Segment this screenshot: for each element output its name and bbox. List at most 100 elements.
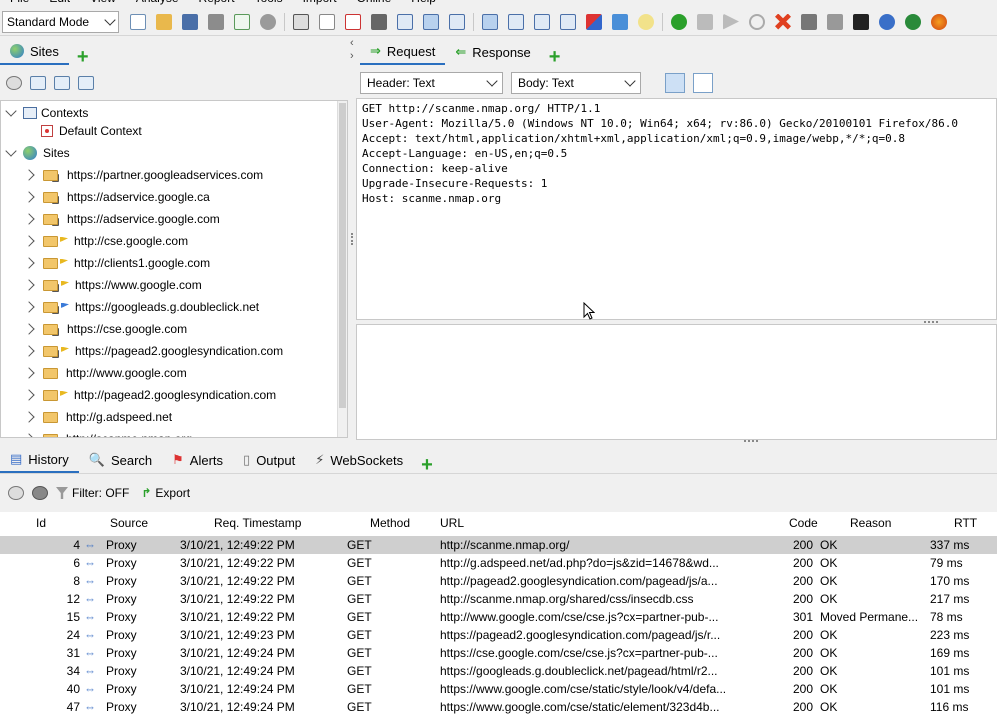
tree-node-sites[interactable]: Sites [5, 144, 70, 162]
menu-item[interactable]: Analyse [126, 0, 189, 6]
column-header[interactable]: Reason [850, 516, 891, 530]
expand-icon[interactable] [23, 169, 35, 181]
close-icon[interactable] [775, 13, 791, 30]
side-by-side-icon[interactable] [508, 13, 524, 30]
column-header[interactable]: Code [789, 516, 818, 530]
tree-node-site[interactable]: https://cse.google.com [23, 320, 187, 338]
table-row[interactable]: 34 ⇔ Proxy 3/10/21, 12:49:24 PM GET https://g… [0, 662, 997, 680]
tab-response[interactable]: ⇐ Response [445, 39, 540, 65]
export-button[interactable]: ↱ Export [141, 486, 190, 500]
new-context-icon[interactable] [30, 76, 46, 90]
mode-select[interactable]: Standard Mode [2, 10, 119, 33]
tab-history[interactable]: ▤ History [0, 447, 79, 473]
snapshot-icon[interactable] [208, 13, 224, 30]
help-icon[interactable] [879, 13, 895, 30]
tab-alerts[interactable]: ⚑ Alerts [162, 447, 233, 473]
expand-icon[interactable] [23, 191, 35, 203]
tree-node-site[interactable]: https://www.google.com [23, 276, 202, 294]
scrollbar-thumb[interactable] [339, 103, 346, 408]
hud-icon[interactable] [905, 13, 921, 30]
add-ons-icon[interactable] [586, 13, 602, 30]
column-header[interactable]: Method [370, 516, 410, 530]
expand-icon[interactable] [23, 367, 35, 379]
tree-node-site[interactable]: https://pagead2.googlesyndication.com [23, 342, 283, 360]
expand-icon[interactable] [23, 301, 35, 313]
menu-item[interactable]: Tools [245, 0, 293, 6]
column-header[interactable]: URL [440, 516, 464, 530]
menu-item[interactable]: View [80, 0, 126, 6]
play-icon[interactable] [723, 13, 739, 30]
target-icon[interactable] [6, 76, 22, 90]
expand-icon[interactable] [23, 389, 35, 401]
column-header[interactable]: Source [110, 516, 148, 530]
globe-icon[interactable] [32, 486, 48, 500]
menu-item[interactable]: File [0, 0, 39, 6]
add-tab-button[interactable]: + [413, 455, 441, 475]
new-session-icon[interactable] [130, 13, 146, 30]
firefox-icon[interactable] [931, 13, 947, 30]
tree-node-contexts[interactable]: Contexts [5, 104, 88, 122]
save-session-icon[interactable] [182, 13, 198, 30]
tree-node-site[interactable]: http://clients1.google.com [23, 254, 210, 272]
column-header[interactable]: RTT [954, 516, 977, 530]
table-row[interactable]: 40 ⇔ Proxy 3/10/21, 12:49:24 PM GET https://w… [0, 680, 997, 698]
tree-node-site[interactable]: http://cse.google.com [23, 232, 188, 250]
splitter-grip[interactable] [744, 440, 758, 442]
tab-websockets[interactable]: ⚡ WebSockets [305, 447, 413, 473]
tab-search[interactable]: 🔍 Search [79, 447, 162, 473]
expand-icon[interactable] [5, 145, 17, 157]
tree-node-site[interactable]: http://www.google.com [23, 364, 187, 382]
expand-icon[interactable] [23, 279, 35, 291]
layout-left-icon[interactable] [397, 13, 413, 30]
table-row[interactable]: 24 ⇔ Proxy 3/10/21, 12:49:23 PM GET https://p… [0, 626, 997, 644]
tab-output[interactable]: ▯ Output [233, 447, 305, 473]
lightbulb-icon[interactable] [638, 13, 654, 30]
tree-node-default-context[interactable]: Default Context [41, 122, 142, 140]
add-tab-button[interactable]: + [541, 47, 569, 67]
split-horizontal-icon[interactable] [560, 13, 576, 30]
tab-sites[interactable]: Sites [0, 39, 69, 65]
body-view-select[interactable]: Body: Text [511, 72, 641, 94]
menu-item[interactable]: Online [347, 0, 402, 6]
header-view-select[interactable]: Header: Text [360, 72, 503, 94]
target-icon[interactable] [8, 486, 24, 500]
expand-icon[interactable] [5, 105, 17, 117]
expand-icon[interactable] [23, 345, 35, 357]
open-session-icon[interactable] [156, 13, 172, 30]
refresh-icon[interactable] [612, 13, 628, 30]
sites-tree[interactable]: Contexts Default Context Sites https://p… [0, 100, 348, 438]
scan-policy-icon[interactable] [827, 13, 843, 30]
expand-icon[interactable] [23, 433, 35, 437]
splitter-grip[interactable] [924, 321, 938, 323]
tabs-layout-icon[interactable] [482, 13, 498, 30]
table-row[interactable]: 4 ⇔ Proxy 3/10/21, 12:49:22 PM GET http://sca… [0, 536, 997, 554]
table-row[interactable]: 8 ⇔ Proxy 3/10/21, 12:49:22 PM GET http://pag… [0, 572, 997, 590]
table-row[interactable]: 12 ⇔ Proxy 3/10/21, 12:49:22 PM GET http://sc… [0, 590, 997, 608]
tree-scrollbar[interactable] [337, 101, 347, 437]
history-table[interactable]: Id Source Req. Timestamp Method URL Code Reaso… [0, 512, 997, 716]
tab-request[interactable]: ⇒ Request [360, 39, 446, 65]
gear-icon[interactable] [260, 13, 276, 30]
expand-icon[interactable] [23, 213, 35, 225]
manual-request-icon[interactable] [371, 13, 387, 30]
filter-button[interactable]: Filter: OFF [56, 486, 129, 500]
tree-node-site[interactable]: http://scanme.nmap.org [23, 430, 192, 437]
split-view-icon[interactable] [665, 73, 685, 93]
layout-window-icon[interactable] [449, 13, 465, 30]
break-icon[interactable] [671, 13, 687, 30]
request-body-editor[interactable] [356, 324, 997, 440]
expand-icon[interactable] [23, 235, 35, 247]
session-properties-icon[interactable] [293, 13, 309, 30]
add-tab-button[interactable]: + [69, 47, 97, 67]
context-export-icon[interactable] [234, 13, 250, 30]
menu-item[interactable]: Edit [39, 0, 80, 6]
table-row[interactable]: 31 ⇔ Proxy 3/10/21, 12:49:24 PM GET https://c… [0, 644, 997, 662]
column-header[interactable]: Req. Timestamp [214, 516, 301, 530]
delete-icon[interactable] [345, 13, 361, 30]
tree-node-site[interactable]: https://adservice.google.com [23, 210, 220, 228]
export-context-icon[interactable] [78, 76, 94, 90]
combined-view-icon[interactable] [693, 73, 713, 93]
split-vertical-icon[interactable] [534, 13, 550, 30]
panel-collapse-arrows[interactable]: ‹ › [350, 37, 356, 65]
edit-icon[interactable] [319, 13, 335, 30]
